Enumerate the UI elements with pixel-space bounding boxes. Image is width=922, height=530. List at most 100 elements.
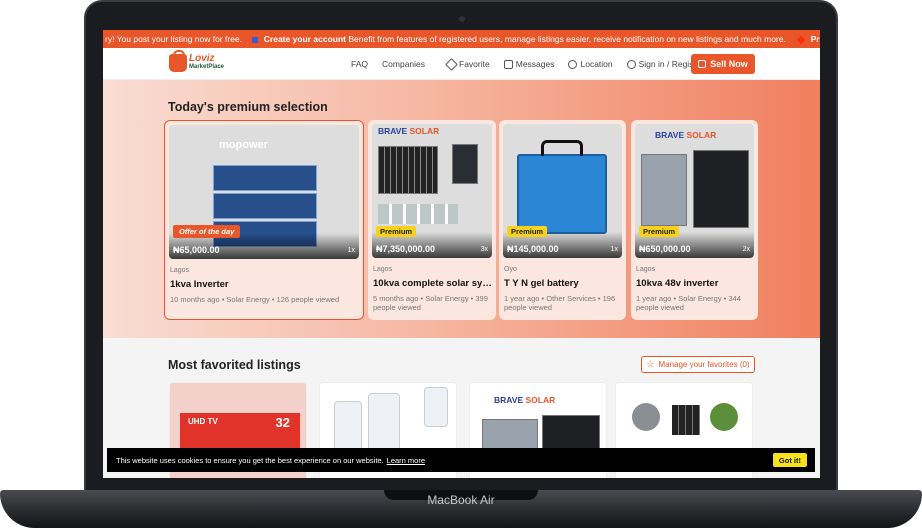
sell-now-button[interactable]: Sell Now <box>691 54 755 74</box>
inverter-image <box>693 150 749 228</box>
listing-meta: 1 year ago • Solar Energy • 344 people v… <box>636 294 741 312</box>
tv-box-image: UHD TV 32 <box>180 413 300 449</box>
listing-image: Premium ₦145,000.00 1x <box>503 124 622 258</box>
plus-square-icon <box>698 60 707 68</box>
inverter-box-image <box>213 165 317 191</box>
laptop-mockup: MacBook Air ry! You post your listing no… <box>0 0 922 530</box>
cookie-accept-button[interactable]: Got it! <box>772 453 807 467</box>
listing-image: mopower Offer of the day ₦65,000.00 1x <box>169 125 359 259</box>
battery-image <box>517 154 607 234</box>
inverter-image <box>641 154 687 226</box>
product-thumb-image <box>632 403 660 431</box>
battery-row-image <box>378 204 458 224</box>
favorites-title: Most favorited listings <box>168 358 301 372</box>
inverter-image <box>452 144 478 184</box>
product-thumb-image <box>710 403 738 431</box>
listing-price: ₦7,350,000.00 <box>376 244 436 254</box>
solar-panel-image <box>378 146 438 194</box>
listing-price: ₦65,000.00 <box>173 245 220 255</box>
logo-subtitle: MarketPlace <box>189 64 225 70</box>
nav-favorite[interactable]: Favorite <box>445 57 490 71</box>
listing-location: Oyo <box>504 266 517 273</box>
battery-handle-image <box>541 140 583 156</box>
listing-meta: 5 months ago • Solar Energy • 399 people… <box>373 294 488 312</box>
image-brand-a: BRAVE <box>494 395 524 405</box>
photo-count: 2x <box>742 246 750 253</box>
image-brand-text: mopower <box>219 139 268 151</box>
nav-faq[interactable]: FAQ <box>351 59 368 69</box>
nav-location-label: Location <box>580 59 613 69</box>
premium-badge: Premium <box>639 226 680 237</box>
camera-icon <box>459 16 465 22</box>
create-account-link[interactable]: Create your account <box>264 34 346 44</box>
listing-location: Lagos <box>636 266 656 273</box>
tv-label: UHD TV <box>188 417 218 426</box>
nav-companies[interactable]: Companies <box>382 59 425 69</box>
cookie-learn-more-link[interactable]: Learn more <box>387 456 425 465</box>
nav-messages-label: Messages <box>515 59 555 69</box>
premium-badge: Premium <box>507 226 548 237</box>
message-icon <box>503 59 513 69</box>
listing-image: BRAVE SOLAR Premium ₦7,350,000.00 3x <box>372 124 492 258</box>
image-brand-text: BRAVE SOLAR <box>494 395 555 405</box>
listing-location: Lagos <box>373 266 393 273</box>
nav-links: FAQ Companies Favorite Messages Location… <box>351 48 717 80</box>
listing-meta: 10 months ago • Solar Energy • 126 peopl… <box>170 295 340 304</box>
water-jug-image <box>424 387 448 427</box>
announcement-tail: Pro <box>810 34 820 44</box>
offer-badge: Offer of the day <box>173 225 241 238</box>
image-brand-a: BRAVE <box>378 126 408 136</box>
user-circle-icon <box>626 59 636 69</box>
image-brand-text: BRAVE SOLAR <box>378 126 439 136</box>
sell-now-label: Sell Now <box>710 59 748 69</box>
image-brand-b: SOLAR <box>686 130 717 140</box>
tv-size: 32 <box>275 415 290 430</box>
solar-panel-image <box>672 405 700 435</box>
photo-count: 3x <box>480 246 488 253</box>
listing-location: Lagos <box>170 267 190 274</box>
compass-icon <box>568 59 578 69</box>
listing-image: BRAVE SOLAR Premium ₦650,000.00 2x <box>635 124 754 258</box>
listing-title[interactable]: 10kva complete solar sys... <box>373 278 493 289</box>
shopping-bag-icon <box>169 50 187 72</box>
logo-title: Loviz <box>189 53 215 64</box>
star-icon <box>445 57 458 71</box>
diamond-icon <box>796 35 806 44</box>
star-icon: ☆ <box>646 359 655 369</box>
announcement-lead: ry! You post your listing now for free. <box>105 34 243 44</box>
announcement-bar: ry! You post your listing now for free. … <box>103 30 820 48</box>
manage-favorites-button[interactable]: ☆ Manage your favorites (0) <box>641 356 755 373</box>
listing-price: ₦145,000.00 <box>507 244 559 254</box>
image-brand-b: SOLAR <box>409 126 440 136</box>
announcement-body: Benefit from features of registered user… <box>348 34 786 44</box>
listing-title[interactable]: T Y N gel battery <box>504 278 624 289</box>
premium-title: Today's premium selection <box>168 100 328 114</box>
nav-companies-label: Companies <box>382 59 426 69</box>
model-label: MacBook Air <box>427 493 495 507</box>
browser-screen: ry! You post your listing now for free. … <box>103 30 820 478</box>
premium-card[interactable]: mopower Offer of the day ₦65,000.00 1x L… <box>164 120 364 320</box>
user-icon <box>252 36 259 43</box>
premium-card[interactable]: BRAVE SOLAR Premium ₦7,350,000.00 3x Lag… <box>368 120 496 320</box>
listing-meta: 1 year ago • Other Services • 196 people… <box>504 294 616 312</box>
image-brand-a: BRAVE <box>655 130 685 140</box>
cookie-banner: This website uses cookies to ensure you … <box>107 448 815 472</box>
listing-title[interactable]: 1kva Inverter <box>170 279 290 290</box>
photo-count: 1x <box>347 247 355 254</box>
nav-location[interactable]: Location <box>568 59 613 69</box>
nav-favorite-label: Favorite <box>459 59 490 69</box>
photo-count: 1x <box>610 246 618 253</box>
site-logo[interactable]: Loviz MarketPlace <box>169 50 225 72</box>
listing-price: ₦650,000.00 <box>639 244 691 254</box>
premium-badge: Premium <box>376 226 417 237</box>
nav-messages[interactable]: Messages <box>503 59 555 69</box>
image-brand-b: SOLAR <box>525 395 556 405</box>
main-navbar: Loviz MarketPlace FAQ Companies Favorite… <box>103 48 820 80</box>
cookie-text: This website uses cookies to ensure you … <box>116 455 384 465</box>
premium-card[interactable]: BRAVE SOLAR Premium ₦650,000.00 2x Lagos… <box>631 120 758 320</box>
premium-card[interactable]: Premium ₦145,000.00 1x Oyo T Y N gel bat… <box>499 120 626 320</box>
image-brand-text: BRAVE SOLAR <box>655 130 716 140</box>
inverter-box-image <box>213 193 317 219</box>
listing-title[interactable]: 10kva 48v inverter <box>636 278 756 289</box>
manage-favorites-label: Manage your favorites (0) <box>658 360 750 369</box>
